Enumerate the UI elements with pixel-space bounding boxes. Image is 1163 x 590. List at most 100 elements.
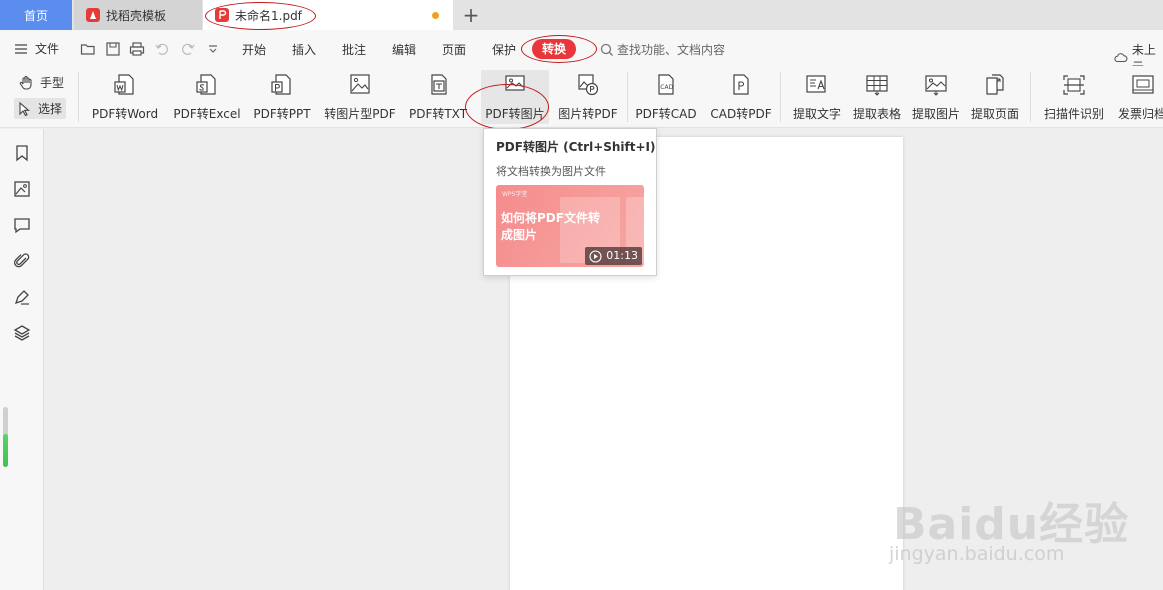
to-image-pdf-icon [350, 74, 370, 94]
thumbnail-icon[interactable] [12, 179, 32, 199]
attachment-icon[interactable] [12, 251, 32, 271]
quick-access-dropdown-icon[interactable] [205, 41, 221, 57]
undo-icon[interactable] [154, 41, 170, 57]
pdf-to-image-tooltip: PDF转图片 (Ctrl+Shift+I) 将文档转换为图片文件 WPS学堂 如… [483, 128, 657, 276]
select-mode-button[interactable]: 选择 [14, 98, 67, 119]
extract-page-icon [986, 74, 1004, 95]
menu-start[interactable]: 开始 [242, 41, 266, 58]
select-mode-label: 选择 [38, 102, 63, 116]
search-box[interactable]: 查找功能、文档内容 [600, 41, 725, 58]
play-icon [589, 249, 602, 263]
ribbon-toolbar: 手型 选择 PDF转Word PDF转Excel PDF转PPT 转图片型PDF… [0, 66, 1163, 128]
tab-document[interactable]: 未命名1.pdf [203, 0, 453, 30]
video-duration-badge: 01:13 [585, 247, 642, 265]
tab-bar: 首页 找稻壳模板 未命名1.pdf + [0, 0, 1163, 30]
tab-home-label: 首页 [23, 8, 48, 23]
video-duration: 01:13 [606, 249, 638, 262]
unsaved-indicator [432, 12, 439, 19]
extract-table-icon [866, 75, 888, 96]
svg-text:CAD: CAD [660, 84, 673, 91]
menu-insert[interactable]: 插入 [292, 41, 316, 58]
cursor-arrow-icon [19, 101, 30, 116]
pdf-to-ppt-icon [271, 74, 291, 95]
scan-recognize-label: 扫描件识别 [1043, 107, 1104, 121]
extract-text-button[interactable]: 提取文字 [789, 70, 845, 124]
file-menu-label: 文件 [35, 42, 60, 56]
menu-comment[interactable]: 批注 [342, 41, 366, 58]
cad-to-pdf-label: CAD转PDF [710, 107, 772, 121]
cad-to-pdf-button[interactable]: CAD转PDF [707, 70, 775, 124]
pdf-to-excel-button[interactable]: PDF转Excel [170, 70, 244, 124]
tab-document-label: 未命名1.pdf [235, 8, 302, 23]
menu-convert[interactable]: 转换 [532, 39, 576, 59]
extract-text-icon [806, 75, 826, 93]
extract-image-button[interactable]: 提取图片 [908, 70, 964, 124]
pdf-to-cad-icon: CAD [658, 74, 674, 95]
invoice-archive-icon [1132, 75, 1154, 94]
invoice-archive-label: 发票归档 [1118, 107, 1163, 121]
toolbar-divider [780, 72, 781, 122]
toolbar-divider [1030, 72, 1031, 122]
save-icon[interactable] [105, 41, 121, 57]
hamburger-icon [15, 43, 27, 54]
scan-recognize-button[interactable]: 扫描件识别 [1040, 70, 1108, 124]
menu-edit[interactable]: 编辑 [392, 41, 416, 58]
cad-to-pdf-icon [733, 74, 749, 95]
baidu-watermark-url: jingyan.baidu.com [889, 543, 1065, 565]
search-placeholder: 查找功能、文档内容 [617, 43, 726, 57]
pdf-to-txt-label: PDF转TXT [408, 107, 468, 121]
extract-page-label: 提取页面 [970, 107, 1019, 121]
layers-icon[interactable] [12, 323, 32, 343]
invoice-archive-button[interactable]: 发票归档 [1114, 70, 1163, 124]
to-image-pdf-button[interactable]: 转图片型PDF [322, 70, 398, 124]
pdf-to-cad-label: PDF转CAD [635, 107, 697, 121]
pdf-to-word-icon [114, 74, 134, 95]
pdf-to-ppt-button[interactable]: PDF转PPT [251, 70, 313, 124]
pdf-to-cad-button[interactable]: CAD PDF转CAD [634, 70, 698, 124]
tooltip-title: PDF转图片 (Ctrl+Shift+I) [496, 140, 656, 154]
file-menu-button[interactable]: 文件 [14, 40, 59, 57]
pdf-to-excel-label: PDF转Excel [173, 107, 241, 121]
left-sidebar [0, 129, 44, 590]
toolbar-divider [627, 72, 628, 122]
menu-page[interactable]: 页面 [442, 41, 466, 58]
sidebar-scroll-indicator[interactable] [3, 434, 8, 467]
pdf-to-txt-button[interactable]: PDF转TXT [407, 70, 469, 124]
tooltip-description: 将文档转换为图片文件 [496, 165, 606, 178]
tutorial-video-thumbnail[interactable]: WPS学堂 如何将PDF文件转成图片 01:13 [496, 185, 644, 267]
pdf-to-txt-icon [431, 74, 447, 95]
open-folder-icon[interactable] [80, 41, 96, 57]
pdf-to-image-button[interactable]: PDF转图片 [481, 70, 549, 124]
image-to-pdf-icon [578, 74, 599, 96]
add-tab-icon: + [462, 3, 480, 27]
menu-convert-label: 转换 [541, 42, 566, 56]
image-to-pdf-button[interactable]: 图片转PDF [557, 70, 619, 124]
tab-template-label: 找稻壳模板 [106, 8, 167, 23]
extract-text-label: 提取文字 [792, 107, 841, 121]
hand-icon [19, 75, 32, 90]
pdf-to-image-label: PDF转图片 [485, 107, 545, 121]
pdf-to-image-icon [505, 75, 525, 91]
image-to-pdf-label: 图片转PDF [558, 107, 618, 121]
pdf-to-word-button[interactable]: PDF转Word [88, 70, 162, 124]
redo-icon[interactable] [180, 41, 196, 57]
extract-table-button[interactable]: 提取表格 [849, 70, 905, 124]
tab-template[interactable]: 找稻壳模板 [74, 0, 202, 30]
print-icon[interactable] [129, 41, 145, 57]
pdf-file-icon [215, 8, 229, 22]
video-brand: WPS学堂 [502, 191, 528, 198]
signature-icon[interactable] [12, 287, 32, 307]
pdf-to-word-label: PDF转Word [91, 107, 159, 121]
to-image-pdf-label: 转图片型PDF [324, 107, 396, 121]
add-tab-button[interactable]: + [458, 0, 484, 30]
tab-home[interactable]: 首页 [0, 0, 72, 30]
bookmark-icon[interactable] [12, 143, 32, 163]
comment-icon[interactable] [12, 215, 32, 235]
menu-protect[interactable]: 保护 [492, 41, 516, 58]
extract-page-button[interactable]: 提取页面 [967, 70, 1023, 124]
video-caption: 如何将PDF文件转成图片 [501, 211, 600, 242]
cloud-icon [1114, 53, 1128, 62]
hand-mode-label: 手型 [40, 76, 65, 90]
pdf-to-excel-icon [196, 74, 216, 95]
hand-mode-button[interactable]: 手型 [18, 74, 64, 91]
